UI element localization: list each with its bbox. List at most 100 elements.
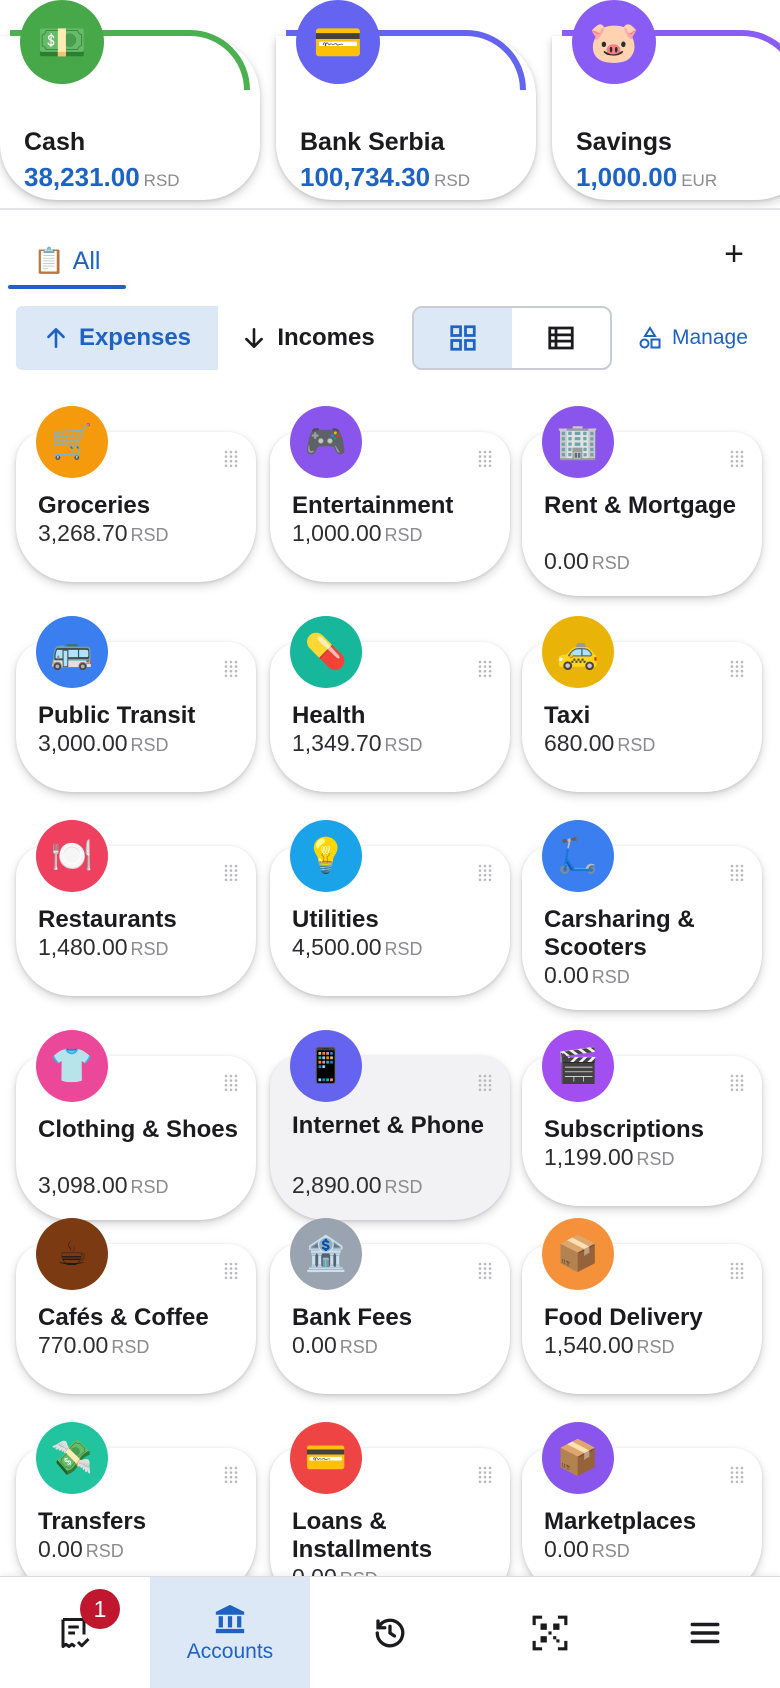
taxi-icon: 🚕: [542, 616, 614, 688]
category-amount: 0.00RSD: [544, 962, 630, 988]
piggy-bank-icon: 🐷: [572, 0, 656, 84]
account-name: Savings: [576, 128, 672, 156]
category-name: Transfers: [38, 1508, 147, 1535]
nav-menu[interactable]: [630, 1577, 780, 1688]
drag-handle-icon[interactable]: [730, 1262, 744, 1280]
nav-history[interactable]: [310, 1577, 470, 1688]
mobile-phone-icon: 📱: [290, 1030, 362, 1102]
account-currency: RSD: [434, 171, 471, 190]
category-name: Restaurants: [38, 906, 177, 933]
shopping-cart-icon: 🛒: [36, 406, 108, 478]
nav-accounts-label: Accounts: [186, 1640, 274, 1663]
lightbulb-icon: 💡: [290, 820, 362, 892]
coffee-cup-icon: ☕: [36, 1218, 108, 1290]
notification-badge: 1: [80, 1589, 120, 1629]
drag-handle-icon[interactable]: [224, 1466, 238, 1484]
add-tab-button[interactable]: +: [712, 232, 756, 276]
expenses-label: Expenses: [78, 324, 192, 351]
grid-icon: [450, 325, 476, 351]
category-currency: RSD: [384, 525, 423, 545]
drag-handle-icon[interactable]: [224, 660, 238, 678]
category-currency: RSD: [130, 735, 169, 755]
credit-card-icon: 💳: [296, 0, 380, 84]
category-name: Loans & Installments: [292, 1508, 433, 1563]
bus-icon: 🚌: [36, 616, 108, 688]
nav-accounts[interactable]: Accounts: [150, 1577, 310, 1688]
category-amount: 3,098.00 RSD: [38, 1172, 169, 1198]
drag-handle-icon[interactable]: [730, 864, 744, 882]
drag-handle-icon[interactable]: [478, 1466, 492, 1484]
category-amount: 2,890.00 RSD: [292, 1172, 423, 1198]
accounts-divider: [0, 208, 780, 210]
incomes-label: Incomes: [277, 324, 375, 351]
manage-button[interactable]: Manage: [638, 306, 780, 370]
bottom-navigation: 1 Accounts: [0, 1576, 780, 1688]
category-name: Food Delivery: [544, 1304, 703, 1331]
tab-active-indicator: [8, 285, 126, 289]
drag-handle-icon[interactable]: [478, 864, 492, 882]
account-name: Cash: [24, 128, 86, 156]
category-amount: 1,540.00 RSD: [544, 1332, 675, 1358]
drag-handle-icon[interactable]: [478, 1262, 492, 1280]
incomes-toggle[interactable]: Incomes: [218, 306, 398, 370]
drag-handle-icon[interactable]: [478, 660, 492, 678]
category-currency: RSD: [384, 735, 423, 755]
category-currency: RSD: [591, 553, 630, 573]
drag-handle-icon[interactable]: [224, 864, 238, 882]
hamburger-menu-icon: [690, 1622, 720, 1644]
tab-all[interactable]: 📋 All: [8, 232, 126, 290]
category-amount: 0.00RSD: [544, 1536, 630, 1562]
category-currency: RSD: [130, 939, 169, 959]
scooter-icon: 🛴: [542, 820, 614, 892]
list-icon: [548, 326, 574, 350]
qr-scan-icon: [532, 1615, 568, 1651]
expenses-toggle[interactable]: Expenses: [16, 306, 218, 370]
category-name: Bank Fees: [292, 1304, 413, 1331]
money-transfer-icon: 💸: [36, 1422, 108, 1494]
category-currency: RSD: [384, 939, 423, 959]
drag-handle-icon[interactable]: [730, 450, 744, 468]
drag-handle-icon[interactable]: [478, 450, 492, 468]
clapper-board-icon: 🎬: [542, 1030, 614, 1102]
category-name: Utilities: [292, 906, 379, 933]
list-view-button[interactable]: [512, 308, 610, 368]
nav-tasks[interactable]: 1: [0, 1577, 150, 1688]
arrow-down-icon: [245, 328, 264, 348]
package-icon: 📦: [542, 1218, 614, 1290]
category-name: Rent & Mortgage: [544, 492, 736, 519]
drag-handle-icon[interactable]: [224, 450, 238, 468]
account-currency: RSD: [143, 171, 180, 190]
accounts-carousel[interactable]: Cash 38,231.00 RSD 💵 Bank Serbia 100,734.…: [0, 0, 780, 210]
category-currency: RSD: [617, 735, 656, 755]
drag-handle-icon[interactable]: [224, 1074, 238, 1092]
pill-icon: 💊: [290, 616, 362, 688]
office-building-icon: 🏢: [542, 406, 614, 478]
category-amount: 1,480.00 RSD: [38, 934, 169, 960]
category-amount: 680.00 RSD: [544, 730, 656, 756]
account-balance: 1,000.00 EUR: [576, 162, 718, 192]
grid-view-button[interactable]: [414, 308, 512, 368]
drag-handle-icon[interactable]: [478, 1074, 492, 1092]
clipboard-icon: 📋: [33, 246, 65, 275]
drag-handle-icon[interactable]: [730, 1074, 744, 1092]
category-amount: 3,000.00 RSD: [38, 730, 169, 756]
category-currency: RSD: [591, 967, 630, 987]
drag-handle-icon[interactable]: [224, 1262, 238, 1280]
category-currency: RSD: [636, 1337, 675, 1357]
category-amount: 1,199.00 RSD: [544, 1144, 675, 1170]
category-amount: 4,500.00 RSD: [292, 934, 423, 960]
tshirt-icon: 👕: [36, 1030, 108, 1102]
category-name: Clothing & Shoes: [38, 1116, 238, 1143]
category-currency: RSD: [384, 1177, 423, 1197]
view-mode-toggle: [412, 306, 612, 370]
arrow-up-icon: [47, 328, 65, 348]
account-balance: 100,734.30 RSD: [300, 162, 471, 192]
category-amount: 1,349.70 RSD: [292, 730, 423, 756]
drag-handle-icon[interactable]: [730, 1466, 744, 1484]
cash-icon: 💵: [20, 0, 104, 84]
nav-qr-scan[interactable]: [470, 1577, 630, 1688]
category-amount: 0.00RSD: [38, 1536, 124, 1562]
category-name: Subscriptions: [544, 1116, 705, 1143]
account-currency: EUR: [681, 171, 718, 190]
drag-handle-icon[interactable]: [730, 660, 744, 678]
